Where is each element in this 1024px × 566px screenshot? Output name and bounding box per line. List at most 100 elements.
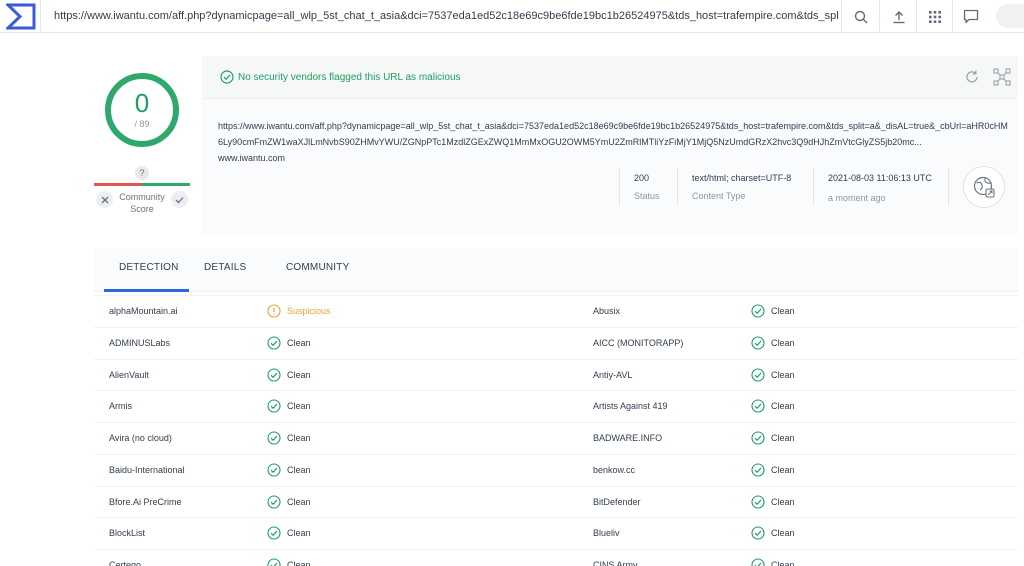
- search-button[interactable]: [842, 0, 879, 33]
- search-url-input[interactable]: [46, 4, 839, 28]
- check-circle-icon: [267, 494, 281, 509]
- top-bar: [0, 0, 1024, 33]
- community-harmful-bar: [94, 183, 142, 186]
- analyzed-url: https://www.iwantu.com/aff.php?dynamicpa…: [218, 121, 1008, 147]
- community-score-bar: [94, 183, 190, 186]
- community-score-label: Community Score: [119, 192, 165, 214]
- status-label: Status: [634, 191, 660, 201]
- check-circle-icon: [751, 336, 765, 350]
- content-type-label: Content Type: [692, 191, 746, 201]
- engine-verdict: Clean: [287, 337, 311, 348]
- sign-in-button[interactable]: [996, 4, 1024, 28]
- site-favicon: [963, 166, 1005, 208]
- engine-verdict: Suspicious: [287, 306, 331, 316]
- engine-verdict: Clean: [287, 369, 311, 380]
- table-row-divider: [94, 422, 1018, 423]
- engine-name: Armis: [109, 401, 132, 412]
- engine-verdict: Clean: [771, 433, 795, 443]
- engine-name: Abusix: [593, 306, 621, 316]
- table-row-divider: [94, 326, 1018, 328]
- check-circle-icon: [751, 304, 765, 318]
- check-circle-icon: [751, 431, 765, 445]
- table-row-divider: [94, 485, 1018, 487]
- engine-verdict: Clean: [771, 401, 795, 412]
- engine-name: Certego: [109, 560, 142, 566]
- engine-verdict: Clean: [771, 560, 795, 566]
- engine-name: Antiy-AVL: [593, 369, 633, 380]
- check-circle-icon: [751, 367, 765, 382]
- check-icon: [175, 196, 184, 203]
- table-row-divider: [94, 295, 1018, 296]
- table-row-divider: [94, 517, 1018, 519]
- meta-divider: [948, 168, 949, 206]
- table-row-divider: [94, 358, 1018, 360]
- status-value: 200: [634, 173, 650, 183]
- globe-link-icon: [973, 176, 995, 198]
- detection-total: / 89: [134, 119, 150, 129]
- content-type-value: text/html; charset=UTF-8: [692, 173, 792, 183]
- engine-name: AICC (MONITORAPP): [593, 337, 684, 348]
- engine-name: Avira (no cloud): [109, 433, 172, 443]
- community-harmless-bar: [142, 183, 190, 186]
- engine-name: Bfore.Ai PreCrime: [109, 496, 182, 507]
- engine-name: benkow.cc: [593, 464, 636, 475]
- active-tab-indicator: [104, 289, 189, 292]
- table-row-divider: [94, 390, 1018, 392]
- check-circle-icon: [267, 558, 281, 566]
- graph-icon[interactable]: [993, 68, 1011, 86]
- engine-verdict: Clean: [771, 369, 795, 380]
- engine-name: BitDefender: [593, 496, 641, 507]
- analysis-date-relative: a moment ago: [828, 193, 886, 203]
- engine-verdict: Clean: [771, 306, 795, 316]
- engine-verdict: Clean: [771, 337, 795, 348]
- engine-name: Baidu-International: [109, 464, 185, 475]
- close-icon: [101, 196, 108, 203]
- upload-icon: [893, 10, 904, 23]
- engine-name: AlienVault: [109, 369, 149, 380]
- apps-grid-icon: [928, 10, 941, 23]
- engine-verdict: Clean: [287, 464, 311, 475]
- upload-button[interactable]: [880, 0, 917, 33]
- engine-name: ADMINUSLabs: [109, 337, 171, 348]
- check-circle-icon: [267, 463, 281, 477]
- engine-name: alphaMountain.ai: [109, 306, 178, 316]
- engine-verdict: Clean: [287, 560, 311, 566]
- virustotal-logo-icon[interactable]: [6, 3, 36, 30]
- community-score-value: ?: [135, 166, 149, 180]
- engine-name: Artists Against 419: [593, 401, 668, 412]
- check-circle-icon: [751, 463, 765, 477]
- analysis-date-value: 2021-08-03 11:06:13 UTC: [828, 173, 932, 183]
- engine-name: BlockList: [109, 528, 146, 539]
- engine-verdict: Clean: [287, 433, 311, 443]
- vote-harmless-button[interactable]: [171, 191, 188, 208]
- alert-circle-icon: [267, 304, 281, 318]
- toolbar-divider: [40, 0, 41, 33]
- apps-button[interactable]: [916, 0, 953, 33]
- engine-verdict: Clean: [287, 496, 311, 507]
- engine-name: Blueliv: [593, 528, 620, 539]
- reanalyze-icon[interactable]: [964, 69, 980, 85]
- engine-verdict: Clean: [771, 496, 795, 507]
- check-circle-icon: [267, 367, 281, 382]
- tab-detection[interactable]: DETECTION: [119, 262, 179, 273]
- detection-count: 0: [134, 88, 150, 118]
- table-row-divider: [94, 549, 1018, 550]
- chat-icon: [963, 9, 978, 24]
- meta-divider: [813, 168, 814, 206]
- check-circle-icon: [267, 431, 281, 445]
- engine-name: BADWARE.INFO: [593, 433, 663, 443]
- tab-community[interactable]: COMMUNITY: [286, 262, 349, 273]
- tab-details[interactable]: DETAILS: [204, 262, 246, 273]
- check-circle-icon: [267, 336, 281, 350]
- chat-button[interactable]: [952, 0, 989, 33]
- vote-harmful-button[interactable]: [96, 191, 113, 208]
- search-icon: [854, 10, 867, 23]
- engine-verdict: Clean: [287, 401, 311, 412]
- domain-link[interactable]: www.iwantu.com: [218, 153, 285, 163]
- check-circle-icon: [751, 526, 765, 540]
- engine-name: CINS Army: [593, 560, 638, 566]
- meta-divider: [619, 168, 620, 206]
- check-circle-icon: [220, 70, 234, 84]
- engine-verdict: Clean: [287, 528, 311, 539]
- check-circle-icon: [267, 399, 281, 413]
